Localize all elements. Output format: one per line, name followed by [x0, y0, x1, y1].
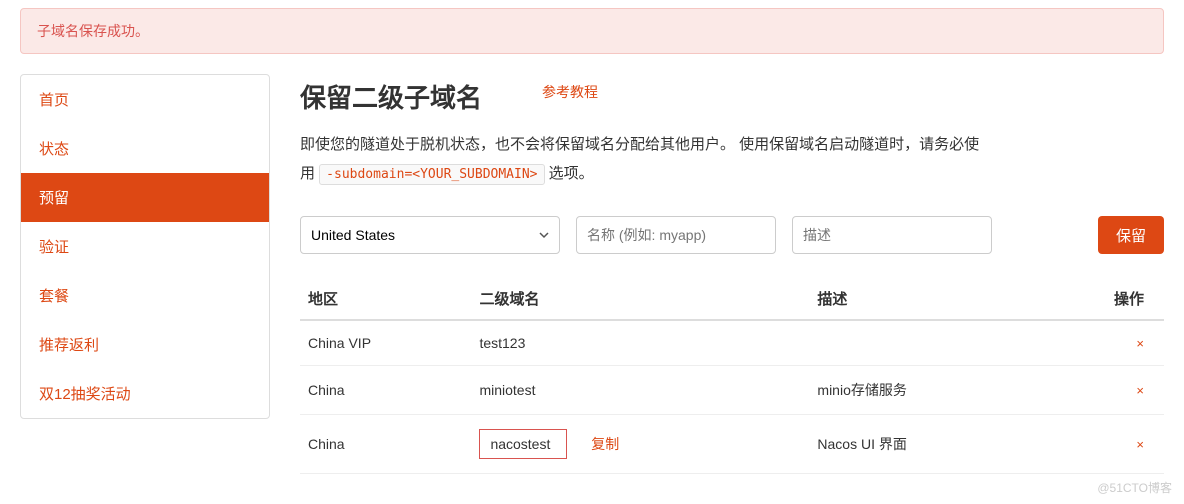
reserve-form: United States 保留: [300, 216, 1164, 254]
delete-button[interactable]: ×: [1136, 383, 1144, 398]
th-action: 操作: [1038, 278, 1164, 320]
cell-region: China: [300, 415, 471, 474]
delete-button[interactable]: ×: [1136, 336, 1144, 351]
delete-button[interactable]: ×: [1136, 437, 1144, 452]
table-row: China nacostest 复制 Nacos UI 界面 ×: [300, 415, 1164, 474]
page-title: 保留二级子域名: [300, 78, 482, 115]
cell-region: China VIP: [300, 320, 471, 366]
main-content: 保留二级子域名 参考教程 即使您的隧道处于脱机状态，也不会将保留域名分配给其他用…: [300, 74, 1164, 474]
reserve-button[interactable]: 保留: [1098, 216, 1164, 254]
sidebar-item-verify[interactable]: 验证: [21, 222, 269, 271]
watermark: @51CTO博客: [1097, 479, 1172, 496]
success-alert: 子域名保存成功。: [20, 8, 1164, 54]
region-select-wrap: United States: [300, 216, 560, 254]
cell-subdomain: test123: [471, 320, 809, 366]
sidebar: 首页 状态 预留 验证 套餐 推荐返利 双12抽奖活动: [20, 74, 270, 419]
highlighted-subdomain: nacostest: [479, 429, 567, 459]
cell-region: China: [300, 366, 471, 415]
cell-subdomain: nacostest 复制: [471, 415, 809, 474]
cell-description: Nacos UI 界面: [809, 415, 1038, 474]
description: 即使您的隧道处于脱机状态，也不会将保留域名分配给其他用户。 使用保留域名启动隧道…: [300, 131, 980, 188]
desc-code: -subdomain=<YOUR_SUBDOMAIN>: [319, 164, 544, 185]
sidebar-item-referral[interactable]: 推荐返利: [21, 320, 269, 369]
cell-description: [809, 320, 1038, 366]
sidebar-item-home[interactable]: 首页: [21, 75, 269, 124]
sidebar-item-status[interactable]: 状态: [21, 124, 269, 173]
description-input[interactable]: [792, 216, 992, 254]
copy-link[interactable]: 复制: [591, 436, 619, 452]
domains-table: 地区 二级域名 描述 操作 China VIP test123 × China …: [300, 278, 1164, 474]
layout: 首页 状态 预留 验证 套餐 推荐返利 双12抽奖活动 保留二级子域名 参考教程…: [0, 74, 1184, 474]
sidebar-item-lottery[interactable]: 双12抽奖活动: [21, 369, 269, 418]
cell-subdomain: miniotest: [471, 366, 809, 415]
alert-text: 子域名保存成功。: [37, 23, 149, 39]
sidebar-item-reserve[interactable]: 预留: [21, 173, 269, 222]
th-region: 地区: [300, 278, 471, 320]
th-subdomain: 二级域名: [471, 278, 809, 320]
table-row: China VIP test123 ×: [300, 320, 1164, 366]
table-row: China miniotest minio存储服务 ×: [300, 366, 1164, 415]
region-select[interactable]: United States: [300, 216, 560, 254]
th-description: 描述: [809, 278, 1038, 320]
cell-description: minio存储服务: [809, 366, 1038, 415]
sidebar-item-plan[interactable]: 套餐: [21, 271, 269, 320]
title-row: 保留二级子域名 参考教程: [300, 78, 1164, 115]
tutorial-link[interactable]: 参考教程: [542, 78, 598, 102]
desc-part2: 选项。: [545, 165, 594, 182]
name-input[interactable]: [576, 216, 776, 254]
